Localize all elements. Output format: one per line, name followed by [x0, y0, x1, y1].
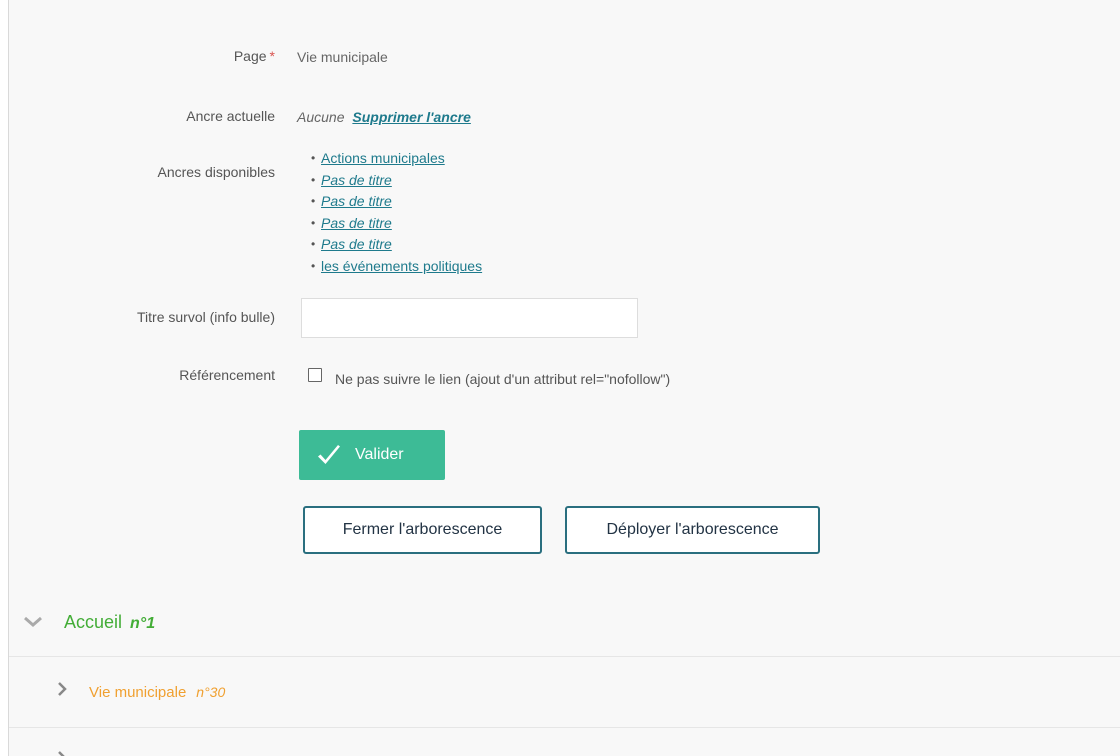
tree-node-accueil-title[interactable]: Accueil n°1 — [64, 612, 155, 633]
tree-node-vie-municipale-label: Vie municipale — [89, 684, 187, 701]
seo-label: Référencement — [179, 367, 275, 383]
tree-node-vie-municipale-title[interactable]: Vie municipale n°30 — [89, 684, 225, 701]
anchor-item: • Pas de titre — [311, 234, 482, 256]
available-anchors-list: • Actions municipales • Pas de titre • Pas … — [311, 148, 482, 278]
anchor-link-untitled-3[interactable]: Pas de titre — [321, 215, 392, 231]
anchor-item: • Pas de titre — [311, 170, 482, 192]
chevron-right-icon[interactable] — [57, 681, 67, 697]
link-form-panel: Page * Vie municipale Ancre actuelle Aucu… — [8, 0, 1120, 756]
remove-anchor-link[interactable]: Supprimer l'ancre — [352, 109, 470, 125]
submit-button-label: Valider — [355, 446, 404, 463]
tree-node-accueil-number: n°1 — [130, 615, 156, 632]
collapse-tree-button[interactable]: Fermer l'arborescence — [303, 506, 542, 554]
page-label-text: Page — [233, 48, 267, 64]
submit-button[interactable]: Valider — [299, 430, 445, 480]
chevron-down-icon[interactable] — [23, 616, 43, 628]
bullet-icon: • — [311, 194, 316, 209]
nofollow-checkbox[interactable] — [308, 368, 322, 382]
required-marker: * — [269, 48, 275, 64]
expand-tree-button[interactable]: Déployer l'arborescence — [565, 506, 820, 554]
bullet-icon: • — [311, 258, 316, 273]
page-label: Page * — [234, 48, 275, 64]
bullet-icon: • — [311, 172, 316, 187]
current-anchor-label: Ancre actuelle — [186, 108, 275, 124]
checkmark-icon — [318, 445, 340, 464]
anchor-link-untitled-4[interactable]: Pas de titre — [321, 236, 392, 252]
anchor-link-untitled-2[interactable]: Pas de titre — [321, 193, 392, 209]
anchor-link-untitled-1[interactable]: Pas de titre — [321, 172, 392, 188]
current-anchor-value: Aucune Supprimer l'ancre — [297, 109, 471, 125]
tree-node-vie-municipale-number: n°30 — [196, 684, 226, 700]
tree-node-accueil-label: Accueil — [64, 612, 123, 632]
bullet-icon: • — [311, 151, 316, 165]
current-anchor-none: Aucune — [297, 109, 345, 125]
anchor-item: • les événements politiques — [311, 256, 482, 278]
anchor-item: • Pas de titre — [311, 213, 482, 235]
anchor-item: • Pas de titre — [311, 191, 482, 213]
hover-title-input[interactable] — [301, 298, 638, 338]
page-value: Vie municipale — [297, 49, 388, 65]
bullet-icon: • — [311, 237, 316, 252]
chevron-right-icon[interactable] — [57, 750, 67, 756]
hover-title-label: Titre survol (info bulle) — [137, 309, 275, 325]
anchor-link-actions-municipales[interactable]: Actions municipales — [321, 150, 445, 166]
available-anchors-label: Ancres disponibles — [157, 164, 275, 180]
nofollow-checkbox-label[interactable]: Ne pas suivre le lien (ajout d'un attrib… — [335, 371, 670, 387]
anchor-item: • Actions municipales — [311, 148, 482, 170]
anchor-link-evenements-politiques[interactable]: les événements politiques — [321, 258, 482, 274]
tree-node-partial[interactable] — [9, 728, 1120, 756]
bullet-icon: • — [311, 215, 316, 230]
tree-node-accueil[interactable] — [9, 586, 1120, 657]
